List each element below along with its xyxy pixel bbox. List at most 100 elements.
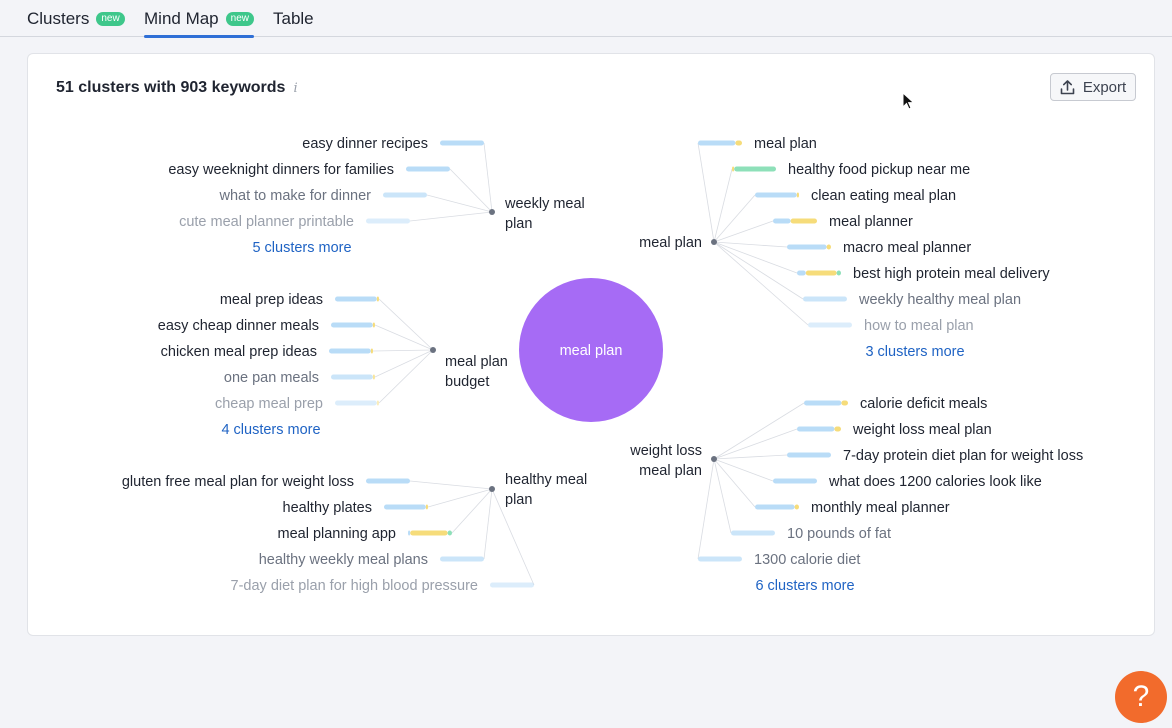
keyword-label[interactable]: meal planning app — [277, 526, 396, 542]
keyword-bar-segment — [755, 192, 797, 198]
keyword-bar-segment — [372, 322, 375, 328]
connector-line — [378, 298, 434, 351]
keyword-label[interactable]: gluten free meal plan for weight loss — [122, 474, 354, 490]
connector-line — [378, 349, 434, 404]
cluster-label[interactable]: weekly meal — [504, 196, 585, 212]
keyword-label[interactable]: weekly healthy meal plan — [858, 292, 1021, 308]
keyword-label[interactable]: how to meal plan — [864, 318, 974, 334]
cluster-node-dot[interactable] — [711, 239, 717, 245]
cluster-label[interactable]: weight loss — [629, 443, 702, 459]
keyword-label[interactable]: chicken meal prep ideas — [161, 344, 317, 360]
connector-line — [426, 194, 493, 213]
connector-line — [483, 142, 493, 213]
keyword-label[interactable]: easy weeknight dinners for families — [168, 162, 394, 178]
keyword-label[interactable]: 7-day diet plan for high blood pressure — [231, 578, 478, 594]
cluster-node-dot[interactable] — [430, 347, 436, 353]
cluster-label[interactable]: plan — [505, 216, 532, 232]
keyword-label[interactable]: 10 pounds of fat — [787, 526, 891, 542]
keyword-label[interactable]: easy cheap dinner meals — [158, 318, 319, 334]
keyword-label[interactable]: what does 1200 calories look like — [828, 474, 1042, 490]
connector-line — [427, 488, 493, 508]
keyword-bar-segment — [804, 400, 842, 406]
keyword-label[interactable]: macro meal planner — [843, 240, 971, 256]
keyword-bar-segment — [805, 270, 837, 276]
keyword-label[interactable]: healthy weekly meal plans — [259, 552, 428, 568]
keyword-label[interactable]: one pan meals — [224, 370, 319, 386]
keyword-bar-segment — [447, 530, 452, 536]
connector-line — [409, 211, 493, 222]
connector-line — [451, 488, 493, 534]
keyword-bar-segment — [808, 322, 852, 328]
keyword-bar-segment — [773, 478, 817, 484]
connector-line — [409, 480, 493, 490]
keyword-bar-segment — [797, 270, 806, 276]
keyword-label[interactable]: meal plan — [754, 136, 817, 152]
cluster-label[interactable]: meal plan — [445, 354, 508, 370]
keyword-bar-segment — [425, 504, 428, 510]
help-label: ? — [1132, 680, 1150, 713]
keyword-bar-segment — [335, 400, 377, 406]
keyword-bar-segment — [331, 374, 373, 380]
connector-line — [713, 458, 756, 508]
keyword-label[interactable]: best high protein meal delivery — [853, 266, 1050, 282]
keyword-bar-segment — [787, 244, 827, 250]
keyword-label[interactable]: 7-day protein diet plan for weight loss — [843, 448, 1083, 464]
keyword-bar-segment — [370, 348, 373, 354]
connector-line — [483, 488, 493, 560]
keyword-bar-segment — [797, 426, 835, 432]
connector-line — [374, 324, 434, 351]
keyword-bar-segment — [376, 400, 379, 406]
keyword-bar-segment — [440, 556, 484, 562]
keyword-label[interactable]: 1300 calorie diet — [754, 552, 860, 568]
connector-line — [713, 458, 732, 534]
keyword-label[interactable]: what to make for dinner — [218, 188, 371, 204]
keyword-bar-segment — [826, 244, 831, 250]
keyword-label[interactable]: clean eating meal plan — [811, 188, 956, 204]
cluster-label[interactable]: meal plan — [639, 235, 702, 251]
keyword-bar-segment — [335, 296, 377, 302]
connector-line — [374, 349, 434, 378]
keyword-bar-segment — [834, 426, 841, 432]
cluster-node-dot[interactable] — [489, 486, 495, 492]
keyword-label[interactable]: healthy food pickup near me — [788, 162, 970, 178]
clusters-more-link[interactable]: 3 clusters more — [865, 344, 964, 360]
keyword-bar-segment — [836, 270, 841, 276]
keyword-label[interactable]: monthly meal planner — [811, 500, 950, 516]
cluster-label[interactable]: healthy meal — [505, 472, 587, 488]
keyword-bar-segment — [841, 400, 848, 406]
cluster-label[interactable]: plan — [505, 492, 532, 508]
keyword-label[interactable]: healthy plates — [283, 500, 372, 516]
keyword-label[interactable]: easy dinner recipes — [302, 136, 428, 152]
keyword-label[interactable]: cute meal planner printable — [179, 214, 354, 230]
cluster-node-dot[interactable] — [711, 456, 717, 462]
keyword-label[interactable]: calorie deficit meals — [860, 396, 987, 412]
connector-line — [697, 142, 715, 243]
keyword-bar-segment — [698, 140, 736, 146]
mind-map-canvas: meal plan easy dinner recipes easy weeknig… — [122, 136, 1083, 594]
keyword-label[interactable]: meal prep ideas — [220, 292, 323, 308]
keyword-bar-segment — [698, 556, 742, 562]
keyword-bar-segment — [796, 192, 799, 198]
cluster-label[interactable]: meal plan — [639, 463, 702, 479]
clusters-more-link[interactable]: 4 clusters more — [221, 422, 320, 438]
help-button[interactable]: ? — [1115, 671, 1167, 723]
center-node-label: meal plan — [560, 343, 623, 359]
keyword-bar-segment — [410, 530, 448, 536]
keyword-label[interactable]: cheap meal prep — [215, 396, 323, 412]
clusters-more-link[interactable]: 5 clusters more — [252, 240, 351, 256]
mouse-cursor-icon — [902, 92, 915, 110]
cluster-label[interactable]: budget — [445, 374, 489, 390]
keyword-bar-segment — [790, 218, 817, 224]
keyword-bar-segment — [383, 192, 427, 198]
keyword-bar-segment — [734, 166, 776, 172]
keyword-bar-segment — [372, 374, 375, 380]
connector-line — [372, 349, 434, 352]
connector-line — [713, 241, 809, 326]
keyword-label[interactable]: weight loss meal plan — [852, 422, 992, 438]
keyword-label[interactable]: meal planner — [829, 214, 913, 230]
clusters-more-link[interactable]: 6 clusters more — [755, 578, 854, 594]
keyword-bar-segment — [490, 582, 534, 588]
cluster-node-dot[interactable] — [489, 209, 495, 215]
keyword-bar-segment — [406, 166, 450, 172]
keyword-bar-segment — [384, 504, 426, 510]
